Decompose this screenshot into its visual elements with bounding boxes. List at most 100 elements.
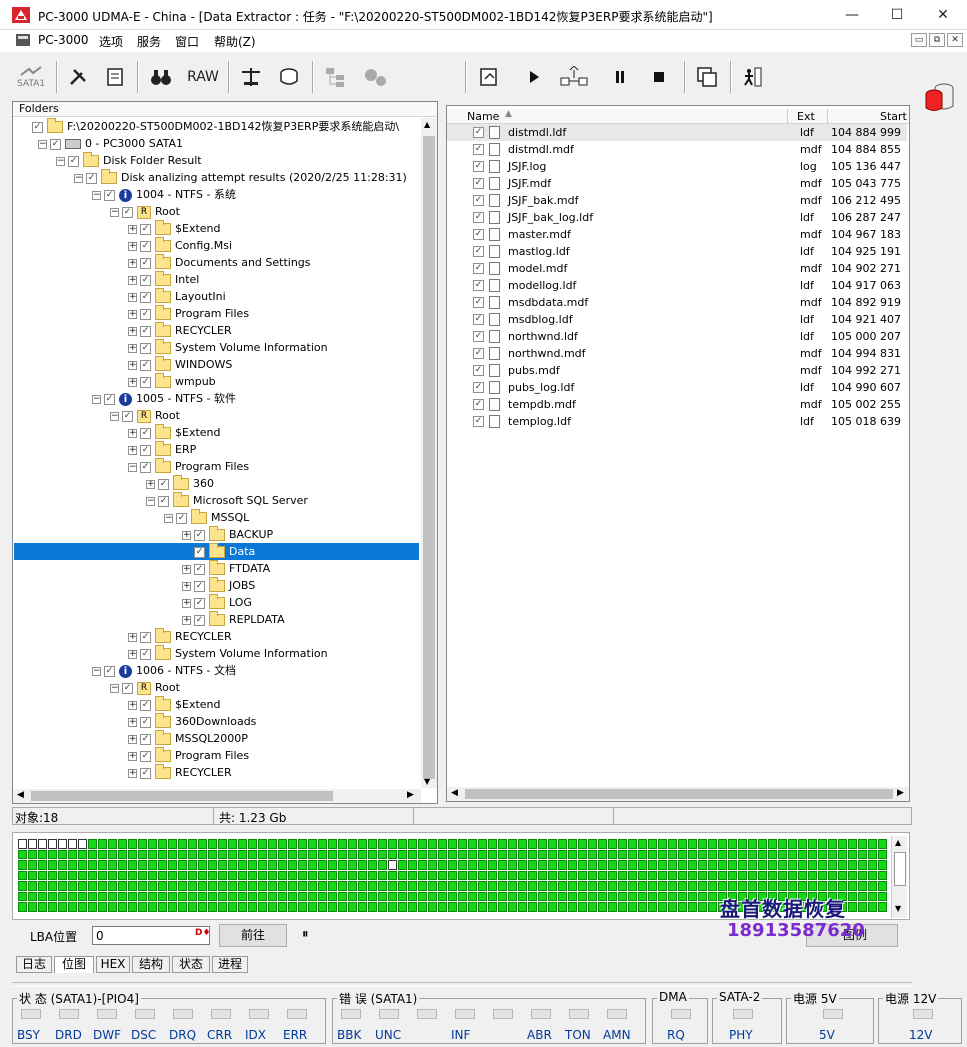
sector-cell[interactable] (38, 860, 47, 870)
sector-cell[interactable] (428, 881, 437, 891)
sector-cell[interactable] (688, 849, 697, 859)
sector-cell[interactable] (588, 881, 597, 891)
sector-cell[interactable] (608, 891, 617, 901)
sector-cell[interactable] (18, 839, 27, 849)
sector-cell[interactable] (688, 839, 697, 849)
sector-cell[interactable] (778, 839, 787, 849)
sector-cell[interactable] (188, 902, 197, 912)
sector-cell[interactable] (358, 860, 367, 870)
minimize-button[interactable]: — (829, 0, 875, 30)
sector-cell[interactable] (58, 839, 67, 849)
sector-cell[interactable] (338, 860, 347, 870)
sector-cell[interactable] (638, 891, 647, 901)
sector-cell[interactable] (168, 881, 177, 891)
sector-cell[interactable] (78, 902, 87, 912)
sector-cell[interactable] (178, 870, 187, 880)
sector-cell[interactable] (148, 860, 157, 870)
checkbox[interactable]: ✓ (473, 161, 484, 172)
sector-cell[interactable] (628, 860, 637, 870)
sector-cell[interactable] (428, 860, 437, 870)
sector-cell[interactable] (288, 849, 297, 859)
sector-cell[interactable] (148, 902, 157, 912)
sector-cell[interactable] (558, 902, 567, 912)
sector-cell[interactable] (508, 881, 517, 891)
sector-cell[interactable] (208, 902, 217, 912)
file-row[interactable]: ✓ northwnd.ldf ldf 105 000 207 (447, 328, 907, 345)
checkbox[interactable]: ✓ (473, 127, 484, 138)
sector-cell[interactable] (338, 891, 347, 901)
sector-cell[interactable] (568, 870, 577, 880)
sector-cell[interactable] (868, 870, 877, 880)
sector-cell[interactable] (828, 881, 837, 891)
sector-cell[interactable] (328, 839, 337, 849)
file-row[interactable]: ✓ msdblog.ldf ldf 104 921 407 (447, 311, 907, 328)
sector-cell[interactable] (568, 849, 577, 859)
sector-cell[interactable] (718, 860, 727, 870)
sector-cell[interactable] (358, 839, 367, 849)
sector-cell[interactable] (738, 881, 747, 891)
pause-button[interactable] (606, 59, 634, 95)
sector-cell[interactable] (228, 891, 237, 901)
sector-cell[interactable] (678, 849, 687, 859)
sector-cell[interactable] (358, 881, 367, 891)
sector-cell[interactable] (248, 891, 257, 901)
sector-cell[interactable] (778, 881, 787, 891)
sector-cell[interactable] (328, 860, 337, 870)
sector-cell[interactable] (78, 881, 87, 891)
tree-item[interactable]: − ✓ i 1005 - NTFS - 软件 (14, 390, 419, 407)
sector-cell[interactable] (838, 881, 847, 891)
sector-cell[interactable] (468, 881, 477, 891)
sector-cell[interactable] (318, 881, 327, 891)
sector-cell[interactable] (378, 881, 387, 891)
expander-icon[interactable]: + (128, 717, 137, 727)
tree-hscroll-thumb[interactable] (31, 791, 333, 801)
sector-cell[interactable] (738, 860, 747, 870)
sector-cell[interactable] (228, 860, 237, 870)
sector-cell[interactable] (508, 902, 517, 912)
sector-cell[interactable] (658, 839, 667, 849)
sector-cell[interactable] (688, 902, 697, 912)
sector-cell[interactable] (458, 902, 467, 912)
sector-cell[interactable] (138, 891, 147, 901)
sector-cell[interactable] (488, 881, 497, 891)
sector-cell[interactable] (348, 881, 357, 891)
sector-cell[interactable] (718, 839, 727, 849)
sector-cell[interactable] (478, 902, 487, 912)
sector-cell[interactable] (108, 849, 117, 859)
expander-icon[interactable]: + (128, 751, 137, 761)
sector-cell[interactable] (658, 860, 667, 870)
sector-cell[interactable] (138, 849, 147, 859)
sector-cell[interactable] (158, 891, 167, 901)
sector-cell[interactable] (418, 860, 427, 870)
expander-icon[interactable]: + (128, 700, 137, 710)
sector-cell[interactable] (38, 902, 47, 912)
file-row[interactable]: ✓ pubs.mdf mdf 104 992 271 (447, 362, 907, 379)
sector-cell[interactable] (518, 881, 527, 891)
sector-cell[interactable] (668, 870, 677, 880)
expander-icon[interactable]: + (128, 292, 137, 302)
sector-cell[interactable] (608, 881, 617, 891)
sector-cell[interactable] (548, 849, 557, 859)
checkbox[interactable]: ✓ (194, 529, 205, 541)
sector-cell[interactable] (418, 902, 427, 912)
sector-cell[interactable] (518, 860, 527, 870)
sector-cell[interactable] (458, 860, 467, 870)
file-row[interactable]: ✓ mastlog.ldf ldf 104 925 191 (447, 243, 907, 260)
sector-cell[interactable] (298, 891, 307, 901)
sector-cell[interactable] (558, 891, 567, 901)
binoculars-icon[interactable] (146, 59, 176, 95)
sector-cell[interactable] (498, 881, 507, 891)
sector-cell[interactable] (678, 860, 687, 870)
sector-cell[interactable] (268, 849, 277, 859)
sector-cell[interactable] (288, 891, 297, 901)
sector-cell[interactable] (158, 870, 167, 880)
file-row[interactable]: ✓ JSJF.mdf mdf 105 043 775 (447, 175, 907, 192)
sector-cell[interactable] (858, 881, 867, 891)
mdi-close-button[interactable]: ✕ (947, 33, 963, 47)
checkbox[interactable]: ✓ (140, 444, 151, 456)
sector-cell[interactable] (88, 860, 97, 870)
sector-cell[interactable] (498, 839, 507, 849)
sector-cell[interactable] (658, 891, 667, 901)
sector-cell[interactable] (678, 881, 687, 891)
sector-cell[interactable] (348, 891, 357, 901)
